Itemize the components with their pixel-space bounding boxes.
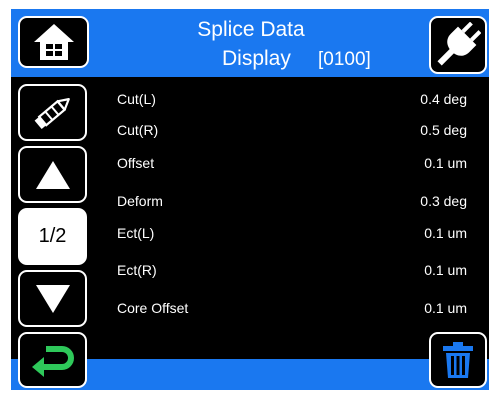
plug-icon [435,22,481,68]
row-label-core-offset: Core Offset [117,300,189,316]
row-label-cut-r: Cut(R) [117,122,159,138]
home-icon [32,22,76,62]
return-arrow-icon [28,341,78,379]
row-label-cut-l: Cut(L) [117,91,156,107]
row-label-deform: Deform [117,193,163,209]
edit-button[interactable] [18,84,87,141]
trash-icon [440,340,476,380]
home-button[interactable] [18,16,89,68]
row-label-offset: Offset [117,155,155,171]
back-button[interactable] [18,332,87,388]
data-code: [0100] [318,49,371,70]
delete-button[interactable] [429,332,487,388]
page-up-button[interactable] [18,146,87,203]
row-value-ect-r: 0.1 um [424,262,467,278]
page-down-button[interactable] [18,270,87,327]
page-title: Splice Data [197,18,305,41]
page-indicator: 1/2 [18,208,87,265]
row-value-core-offset: 0.1 um [424,300,467,316]
splice-data-screen: Splice Data Display [0100] 1/2 Cut(L) 0.… [11,9,489,390]
row-label-ect-r: Ect(R) [117,262,157,278]
row-value-cut-l: 0.4 deg [420,91,467,107]
page-title-line2: Display [222,47,291,70]
pencil-icon [30,92,76,134]
row-label-ect-l: Ect(L) [117,225,155,241]
row-value-deform: 0.3 deg [420,193,467,209]
arrow-up-icon [35,160,71,190]
row-value-offset: 0.1 um [424,155,467,171]
row-value-cut-r: 0.5 deg [420,122,467,138]
connection-button[interactable] [429,16,487,74]
row-value-ect-l: 0.1 um [424,225,467,241]
arrow-down-icon [35,284,71,314]
